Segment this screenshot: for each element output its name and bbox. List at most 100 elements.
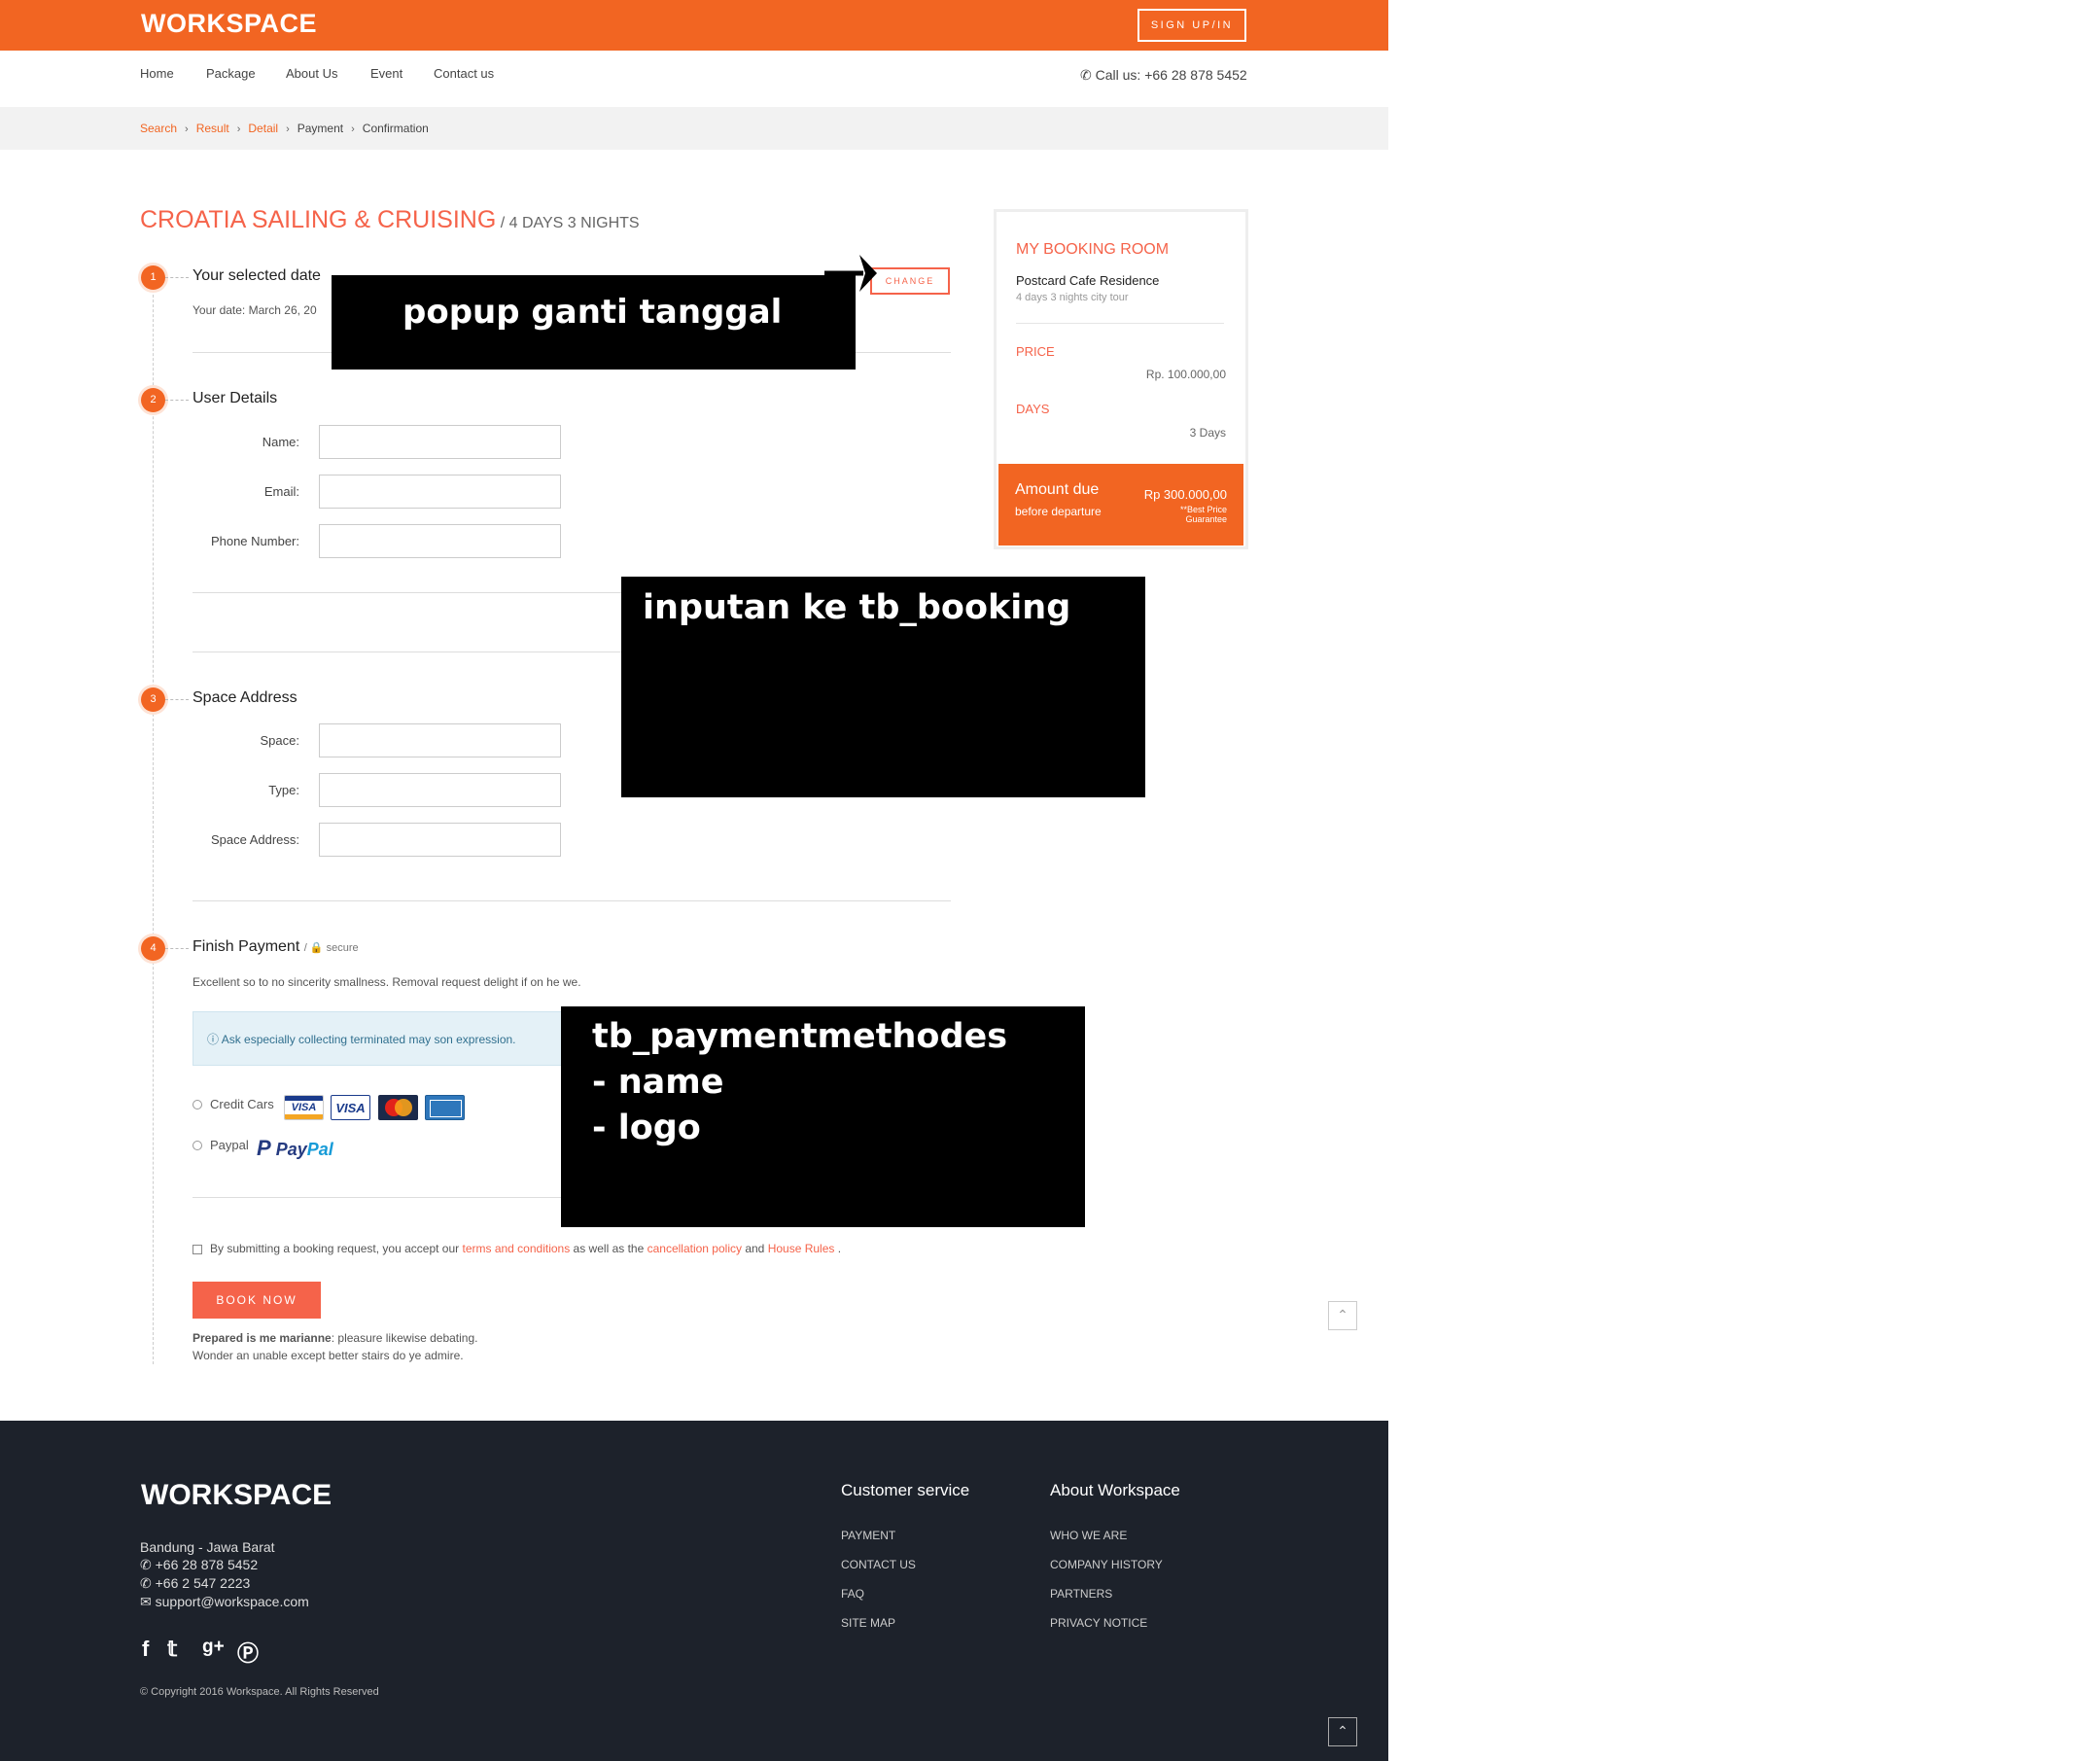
logo[interactable]: WORKSPACE	[141, 9, 317, 39]
footer-link-partners[interactable]: PARTNERS	[1050, 1587, 1112, 1601]
step-connector	[165, 400, 189, 401]
space-label: Space:	[260, 733, 299, 748]
nav-home[interactable]: Home	[140, 66, 174, 81]
prepared-rest: : pleasure likewise debating.	[331, 1331, 478, 1345]
terms-part: as well as the	[570, 1242, 648, 1255]
google-plus-icon[interactable]: g+	[202, 1637, 225, 1658]
annotation-line: - name	[592, 1063, 724, 1102]
twitter-icon[interactable]: 𝕥	[167, 1637, 177, 1662]
visa-band-top	[285, 1096, 323, 1101]
booking-subtitle: 4 days 3 nights city tour	[1016, 292, 1129, 303]
info-alert: ⓘ Ask especially collecting terminated m…	[192, 1011, 562, 1066]
chevron-up-icon: ⌃	[1337, 1307, 1348, 1322]
customer-service-heading: Customer service	[841, 1481, 970, 1499]
footer-link-company-history[interactable]: COMPANY HISTORY	[1050, 1558, 1163, 1571]
terms-text: By submitting a booking request, you acc…	[210, 1242, 841, 1255]
info-icon: ⓘ	[207, 1033, 220, 1046]
nav-event[interactable]: Event	[370, 66, 402, 81]
step-number-2: 2	[141, 388, 165, 412]
footer-address: Bandung - Jawa Barat	[140, 1539, 275, 1555]
cancellation-policy-link[interactable]: cancellation policy	[648, 1242, 742, 1255]
paypal-p-icon: P	[257, 1136, 271, 1160]
call-text: Call us: +66 28 878 5452	[1095, 67, 1247, 83]
nav-contact-us[interactable]: Contact us	[434, 66, 494, 81]
step-title-user-details: User Details	[192, 390, 278, 406]
nav-about-us[interactable]: About Us	[286, 66, 337, 81]
breadcrumb-search[interactable]: Search	[140, 122, 177, 135]
email-input[interactable]	[319, 475, 561, 509]
paypal-text-pal: Pal	[306, 1140, 333, 1159]
paypal-radio[interactable]	[192, 1141, 202, 1150]
divider	[192, 900, 951, 901]
chevron-right-icon: ›	[351, 123, 355, 135]
chevron-right-icon: ›	[185, 123, 189, 135]
amex-logo	[425, 1095, 465, 1120]
breadcrumb-confirmation: Confirmation	[362, 122, 429, 135]
title-sub: / 4 DAYS 3 NIGHTS	[496, 215, 640, 231]
phone-icon: ✆	[140, 1557, 152, 1572]
days-value: 3 Days	[1189, 426, 1226, 440]
step-number-4: 4	[141, 936, 165, 961]
top-bar: WORKSPACE SIGN UP/IN	[0, 0, 1388, 51]
credit-card-label[interactable]: Credit Cars	[210, 1097, 274, 1111]
footer-phone-2: ✆ +66 2 547 2223	[140, 1575, 250, 1592]
breadcrumb-result[interactable]: Result	[196, 122, 229, 135]
prepared-text: Prepared is me marianne: pleasure likewi…	[192, 1329, 478, 1364]
copyright: © Copyright 2016 Workspace. All Rights R…	[140, 1686, 379, 1698]
chevron-up-icon: ⌃	[1337, 1723, 1348, 1739]
nav-package[interactable]: Package	[206, 66, 256, 81]
payment-description: Excellent so to no sincerity smallness. …	[192, 975, 581, 989]
pinterest-icon[interactable]: Ⓟ	[237, 1637, 259, 1668]
signup-button[interactable]: SIGN UP/IN	[1138, 9, 1246, 42]
visa-electron-logo: VISA	[331, 1095, 370, 1120]
annotation-text-block: tb_paymentmethodes - name - logo	[592, 1014, 1007, 1151]
step-connector	[165, 948, 189, 949]
change-date-button[interactable]: CHANGE	[870, 267, 950, 295]
scroll-to-top-button[interactable]: ⌃	[1328, 1301, 1357, 1330]
info-alert-text: ⓘ Ask especially collecting terminated m…	[207, 1031, 516, 1047]
facebook-icon[interactable]: f	[142, 1637, 149, 1662]
space-address-input[interactable]	[319, 823, 561, 857]
footer-link-contact-us[interactable]: CONTACT US	[841, 1558, 916, 1571]
terms-link[interactable]: terms and conditions	[462, 1242, 570, 1255]
credit-card-radio[interactable]	[192, 1100, 202, 1109]
paypal-logo: P PayPal	[257, 1136, 333, 1161]
type-input[interactable]	[319, 773, 561, 807]
phone-1-text: +66 28 878 5452	[155, 1557, 259, 1572]
envelope-icon: ✉	[140, 1594, 152, 1609]
step-connector	[165, 277, 189, 278]
terms-checkbox[interactable]	[192, 1245, 202, 1254]
price-label: PRICE	[1016, 344, 1055, 359]
footer-link-privacy-notice[interactable]: PRIVACY NOTICE	[1050, 1616, 1147, 1630]
step-title-space-address: Space Address	[192, 689, 298, 706]
annotation-tb-booking: inputan ke tb_booking	[621, 577, 1145, 797]
name-label: Name:	[262, 435, 299, 449]
house-rules-link[interactable]: House Rules	[768, 1242, 835, 1255]
phone-2-text: +66 2 547 2223	[155, 1575, 251, 1591]
footer-link-payment[interactable]: PAYMENT	[841, 1529, 895, 1542]
footer-email: ✉ support@workspace.com	[140, 1594, 309, 1610]
footer-logo[interactable]: WORKSPACE	[141, 1479, 332, 1512]
footer-link-site-map[interactable]: SITE MAP	[841, 1616, 895, 1630]
phone-number-input[interactable]	[319, 524, 561, 558]
breadcrumb-detail[interactable]: Detail	[248, 122, 278, 135]
mastercard-circle-yellow	[395, 1099, 412, 1116]
name-input[interactable]	[319, 425, 561, 459]
phone-icon: ✆	[1080, 67, 1092, 83]
footer-link-who-we-are[interactable]: WHO WE ARE	[1050, 1529, 1127, 1542]
space-input[interactable]	[319, 723, 561, 757]
footer-scroll-to-top-button[interactable]: ⌃	[1328, 1717, 1357, 1746]
prepared-bold: Prepared is me marianne	[192, 1331, 332, 1345]
paypal-label[interactable]: Paypal	[210, 1138, 249, 1152]
page-title: CROATIA SAILING & CRUISING / 4 DAYS 3 NI…	[140, 206, 640, 234]
book-now-button[interactable]: BOOK NOW	[192, 1282, 321, 1319]
days-label: DAYS	[1016, 402, 1050, 416]
footer-link-faq[interactable]: FAQ	[841, 1587, 864, 1601]
selected-date-text: Your date: March 26, 20	[192, 303, 317, 317]
email-text[interactable]: support@workspace.com	[156, 1594, 309, 1609]
amex-inner-box	[430, 1100, 462, 1117]
page: WORKSPACE SIGN UP/IN Home Package About …	[0, 0, 1388, 1761]
annotation-line: tb_paymentmethodes	[592, 1017, 1008, 1056]
annotation-line: - logo	[592, 1109, 701, 1147]
steps-timeline	[153, 275, 154, 1364]
